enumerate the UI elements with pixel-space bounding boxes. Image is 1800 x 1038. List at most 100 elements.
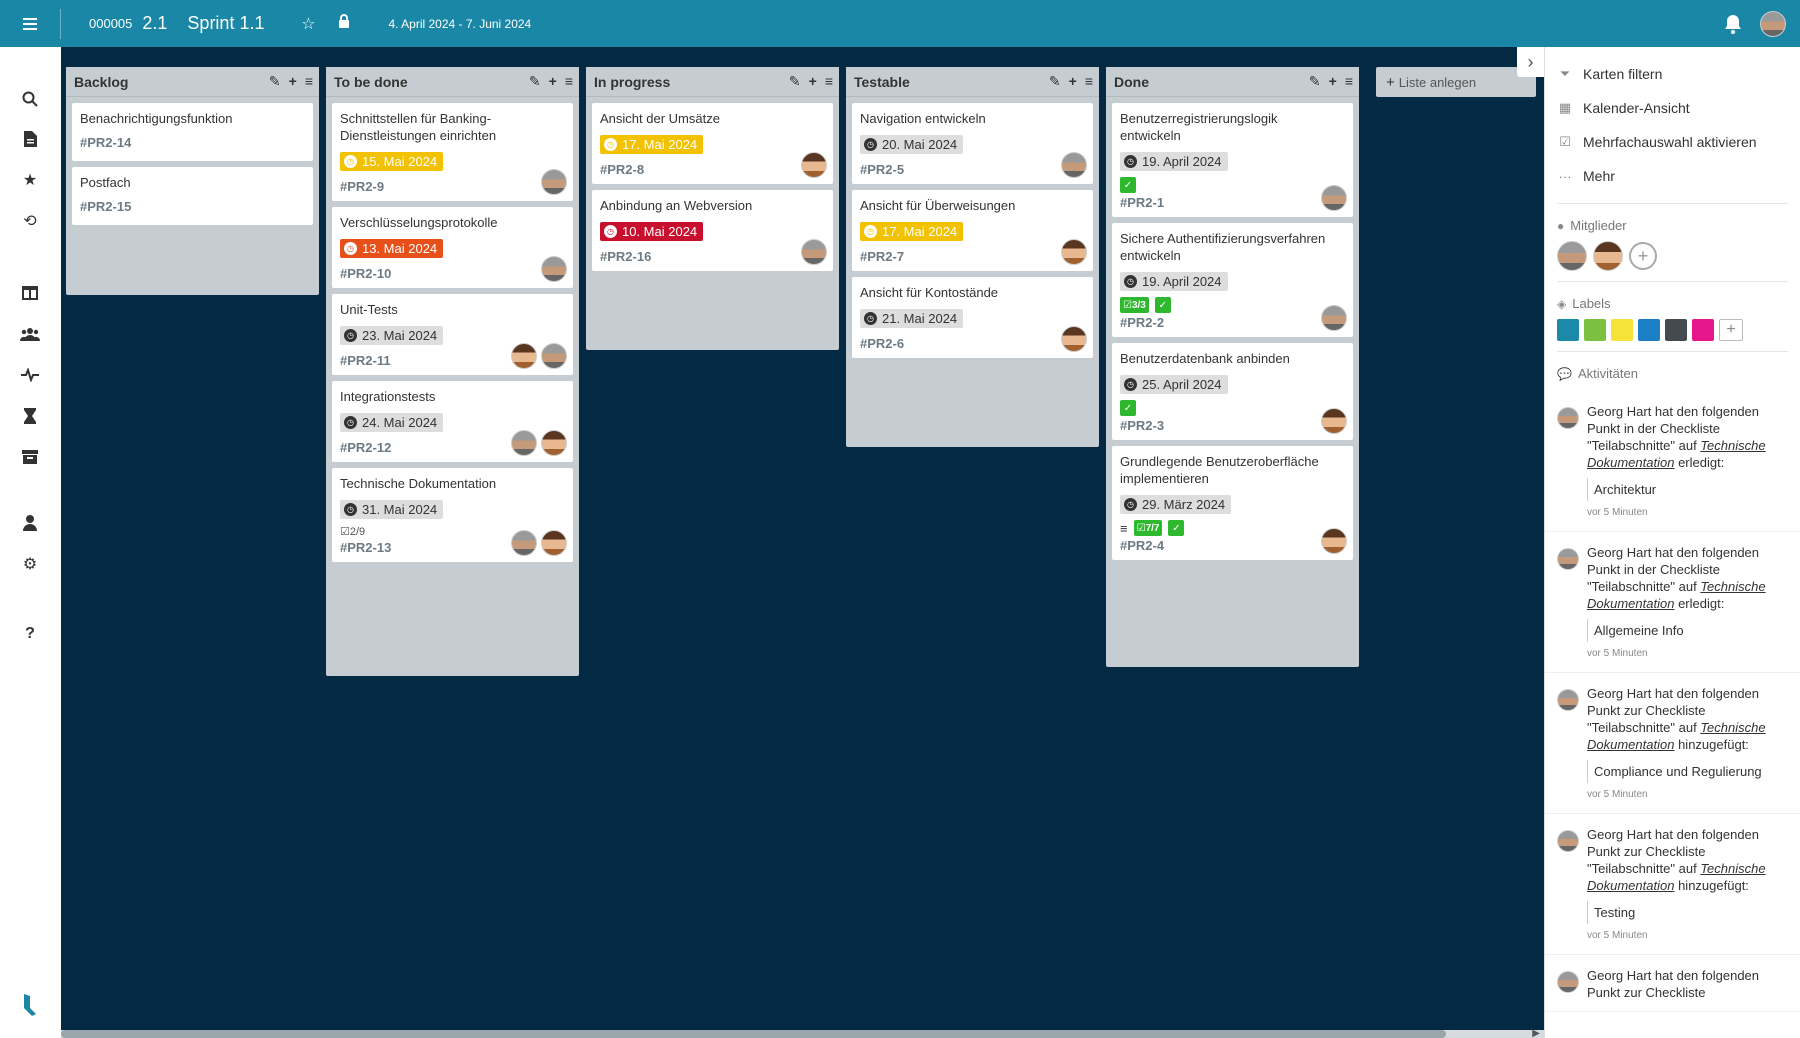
card[interactable]: Sichere Authentifizierungsverfahren entw…: [1112, 223, 1353, 337]
label-swatch[interactable]: [1665, 319, 1687, 341]
card[interactable]: Technische Dokumentation ◷ 31. Mai 2024 ☑…: [332, 468, 573, 562]
document-icon[interactable]: [18, 127, 42, 151]
search-icon[interactable]: [18, 87, 42, 111]
column-header[interactable]: To be done ✎ + ≡: [326, 67, 579, 97]
avatar[interactable]: [511, 430, 537, 456]
label-swatch[interactable]: [1692, 319, 1714, 341]
due-date-badge: ◷ 20. Mai 2024: [860, 135, 964, 154]
avatar[interactable]: [1321, 305, 1347, 331]
avatar[interactable]: [541, 169, 567, 195]
team-icon[interactable]: [18, 322, 42, 346]
avatar[interactable]: [1321, 408, 1347, 434]
card[interactable]: Navigation entwickeln ◷ 20. Mai 2024 #PR2…: [852, 103, 1093, 184]
column-menu-icon[interactable]: ≡: [1085, 73, 1093, 90]
menu-filter-cards[interactable]: ⏷ Karten filtern: [1545, 57, 1800, 91]
help-icon[interactable]: ?: [18, 622, 42, 646]
card[interactable]: Benutzerdatenbank anbinden ◷ 25. April 20…: [1112, 343, 1353, 440]
scrollbar-thumb[interactable]: [61, 1030, 1446, 1038]
avatar[interactable]: [541, 430, 567, 456]
column-header[interactable]: Backlog ✎ + ≡: [66, 67, 319, 97]
column-header[interactable]: Testable ✎ + ≡: [846, 67, 1099, 97]
activity-icon[interactable]: [18, 363, 42, 387]
column-header[interactable]: In progress ✎ + ≡: [586, 67, 839, 97]
column-menu-icon[interactable]: ≡: [565, 73, 573, 90]
card-id: #PR2-9: [340, 179, 385, 194]
board-icon[interactable]: [18, 281, 42, 305]
star-icon[interactable]: ☆: [294, 14, 322, 34]
avatar[interactable]: [1061, 239, 1087, 265]
pin-icon[interactable]: ✎: [789, 73, 801, 90]
user-avatar[interactable]: [1760, 10, 1786, 37]
menu-icon[interactable]: [0, 0, 60, 47]
column-menu-icon[interactable]: ≡: [1345, 73, 1353, 90]
pin-icon[interactable]: ✎: [529, 73, 541, 90]
add-card-icon[interactable]: +: [809, 73, 817, 90]
label-swatch[interactable]: [1638, 319, 1660, 341]
avatar[interactable]: [541, 530, 567, 556]
pin-icon[interactable]: ✎: [269, 73, 281, 90]
card[interactable]: Ansicht für Kontostände ◷ 21. Mai 2024 #P…: [852, 277, 1093, 358]
plus-icon: +: [1386, 73, 1395, 91]
star-icon[interactable]: ★: [18, 168, 42, 192]
pin-icon[interactable]: ✎: [1309, 73, 1321, 90]
label-swatch[interactable]: [1611, 319, 1633, 341]
avatar[interactable]: [511, 530, 537, 556]
menu-calendar-view[interactable]: ▦ Kalender-Ansicht: [1545, 91, 1800, 125]
member-avatar[interactable]: [1593, 241, 1623, 271]
horizontal-scrollbar[interactable]: ▶: [61, 1028, 1544, 1038]
checkbox-icon: ☑: [1123, 299, 1132, 311]
column-header[interactable]: Done ✎ + ≡: [1106, 67, 1359, 97]
menu-more[interactable]: ··· Mehr: [1545, 159, 1800, 193]
label-swatch[interactable]: [1557, 319, 1579, 341]
card[interactable]: Anbindung an Webversion ◷ 10. Mai 2024 #P…: [592, 190, 833, 271]
avatar[interactable]: [801, 152, 827, 178]
add-member-button[interactable]: +: [1629, 242, 1657, 270]
clock-icon: ◷: [344, 155, 357, 168]
bell-icon[interactable]: [1720, 11, 1746, 37]
card[interactable]: Benutzerregistrierungslogik entwickeln ◷…: [1112, 103, 1353, 217]
pin-icon[interactable]: ✎: [1049, 73, 1061, 90]
avatar[interactable]: [801, 239, 827, 265]
card[interactable]: Ansicht für Überweisungen ◷ 17. Mai 2024 …: [852, 190, 1093, 271]
card[interactable]: Integrationstests ◷ 24. Mai 2024 #PR2-12: [332, 381, 573, 462]
avatar[interactable]: [511, 343, 537, 369]
add-card-icon[interactable]: +: [289, 73, 297, 90]
hourglass-icon[interactable]: [18, 404, 42, 428]
lock-icon[interactable]: [330, 14, 358, 33]
card[interactable]: Postfach #PR2-15: [72, 167, 313, 225]
sprint-title[interactable]: Sprint 1.1: [187, 13, 264, 34]
avatar[interactable]: [1321, 185, 1347, 211]
avatar[interactable]: [1321, 528, 1347, 554]
card[interactable]: Grundlegende Benutzeroberfläche implemen…: [1112, 446, 1353, 560]
avatar[interactable]: [541, 343, 567, 369]
scroll-right-icon[interactable]: ▶: [1532, 1028, 1540, 1038]
menu-multi-select[interactable]: ☑ Mehrfachauswahl aktivieren: [1545, 125, 1800, 159]
person-icon[interactable]: [18, 511, 42, 535]
gear-icon[interactable]: ⚙: [18, 552, 42, 576]
card-title: Ansicht der Umsätze: [600, 111, 720, 126]
archive-icon[interactable]: [18, 445, 42, 469]
due-date-badge: ◷ 10. Mai 2024: [600, 222, 704, 241]
card[interactable]: Unit-Tests ◷ 23. Mai 2024 #PR2-11: [332, 294, 573, 375]
avatar[interactable]: [1061, 326, 1087, 352]
card[interactable]: Verschlüsselungsprotokolle ◷ 13. Mai 2024…: [332, 207, 573, 288]
card[interactable]: Ansicht der Umsätze ◷ 17. Mai 2024 #PR2-8: [592, 103, 833, 184]
member-avatar[interactable]: [1557, 241, 1587, 271]
label-swatch[interactable]: [1584, 319, 1606, 341]
add-card-icon[interactable]: +: [1329, 73, 1337, 90]
add-card-icon[interactable]: +: [549, 73, 557, 90]
avatar[interactable]: [541, 256, 567, 282]
avatar[interactable]: [1061, 152, 1087, 178]
card-title: Sichere Authentifizierungsverfahren entw…: [1120, 231, 1326, 263]
description-icon: ≡: [1120, 520, 1128, 536]
card[interactable]: Benachrichtigungsfunktion #PR2-14: [72, 103, 313, 161]
add-label-button[interactable]: +: [1719, 319, 1743, 341]
column-menu-icon[interactable]: ≡: [305, 73, 313, 90]
collapse-panel-button[interactable]: ›: [1517, 47, 1544, 77]
add-list-button[interactable]: + Liste anlegen: [1376, 67, 1536, 97]
add-card-icon[interactable]: +: [1069, 73, 1077, 90]
logo-icon: [18, 993, 42, 1017]
card[interactable]: Schnittstellen für Banking-Dienstleistun…: [332, 103, 573, 201]
history-icon[interactable]: ⟲: [18, 209, 42, 233]
column-menu-icon[interactable]: ≡: [825, 73, 833, 90]
